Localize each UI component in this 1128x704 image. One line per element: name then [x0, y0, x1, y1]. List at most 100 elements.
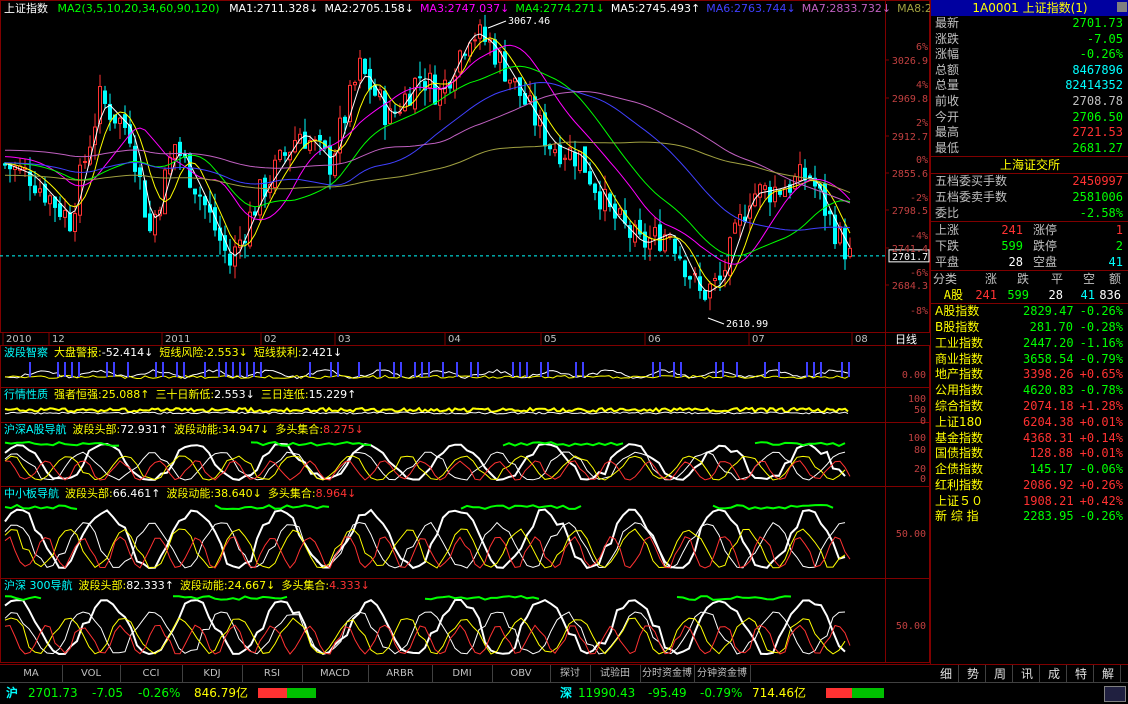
- side-tab-5[interactable]: 特: [1069, 665, 1094, 683]
- percent-tick: 6%: [916, 42, 928, 53]
- index-name: 红利指数: [935, 477, 984, 492]
- indicator-tab-12[interactable]: 分钟资金博: [694, 665, 751, 683]
- candle-body: [33, 185, 37, 194]
- indicator-tab-4[interactable]: RSI: [242, 665, 303, 683]
- sub-chart-tick: 0.00: [902, 370, 926, 381]
- index-name: 基金指数: [935, 430, 984, 445]
- sub-chart-tick: 50: [914, 405, 926, 416]
- index-price: 2447.20: [1023, 335, 1074, 350]
- date-tick: 06: [648, 334, 661, 345]
- index-row[interactable]: 红利指数 2086.92 +0.26%: [931, 478, 1128, 494]
- indicator-tab-11[interactable]: 分时资金博: [640, 665, 695, 683]
- adv-key: 下跌: [935, 239, 960, 254]
- sub-chart-title: 波段智察: [4, 346, 48, 359]
- price-tick: 2855.6: [892, 169, 928, 180]
- candle-body: [118, 117, 122, 124]
- ma4-line: [4, 65, 851, 257]
- indicator-value: -52.414↓: [101, 346, 154, 359]
- ma-value-ma5: MA5:2745.493↑: [610, 2, 701, 15]
- candle-body: [353, 81, 357, 86]
- indicator-value: 8.275↓: [323, 423, 364, 436]
- monitor-icon[interactable]: [1104, 686, 1126, 702]
- indicator-tab-1[interactable]: VOL: [62, 665, 121, 683]
- indicator-tab-2[interactable]: CCI: [120, 665, 183, 683]
- index-row[interactable]: A股指数 2829.47 -0.26%: [931, 304, 1128, 320]
- indicator-tab-9[interactable]: 探讨: [550, 665, 591, 683]
- adv-key2: 空盘: [1033, 255, 1058, 270]
- summary-header: 分类 涨 跌 平 空额: [931, 270, 1128, 287]
- side-tab-6[interactable]: 解: [1096, 665, 1121, 683]
- sub-chart-tick: 100: [908, 394, 926, 405]
- ma-value-ma3: MA3:2747.037↓: [419, 2, 510, 15]
- index-name: 企债指数: [935, 462, 984, 477]
- side-tab-4[interactable]: 成: [1042, 665, 1067, 683]
- sub-chart-legend: 波段智察 大盘警报:-52.414↓ 短线风险:2.553↓ 短线获利:2.421↓: [4, 346, 348, 360]
- summary-cell: A股: [943, 288, 963, 303]
- side-tab-3[interactable]: 讯: [1015, 665, 1040, 683]
- adv-key2: 涨停: [1033, 223, 1058, 238]
- side-tab-2[interactable]: 周: [988, 665, 1013, 683]
- sub-chart-tick: 80: [914, 445, 926, 456]
- indicator-label: 强者恒强:: [54, 388, 102, 401]
- candle-body: [783, 188, 787, 197]
- indicator-tab-3[interactable]: KDJ: [182, 665, 243, 683]
- date-tick: 08: [855, 334, 868, 345]
- indicator-tab-0[interactable]: MA: [0, 665, 63, 683]
- indicator-tab-7[interactable]: DMI: [432, 665, 493, 683]
- book-key: 五档委买手数: [935, 174, 1008, 189]
- index-row[interactable]: B股指数 281.70 -0.28%: [931, 320, 1128, 336]
- index-row[interactable]: 综合指数 2074.18 +1.28%: [931, 399, 1128, 415]
- indicator-value: 2.421↓: [301, 346, 343, 359]
- candle-body: [413, 77, 417, 110]
- candle-body: [468, 42, 472, 57]
- side-tab-1[interactable]: 势: [961, 665, 986, 683]
- index-row[interactable]: 公用指数 4620.83 -0.78%: [931, 383, 1128, 399]
- adv-value2: 1: [1115, 223, 1123, 238]
- index-change: +0.42%: [1079, 493, 1123, 508]
- adv-key: 平盘: [935, 255, 960, 270]
- indicator-tab-8[interactable]: OBV: [492, 665, 551, 683]
- green-band-line: [5, 596, 845, 600]
- advance-decline-row: 上涨 241 涨停 1: [931, 222, 1128, 238]
- indicator-value: 2.553↓: [214, 388, 255, 401]
- index-row[interactable]: 基金指数 4368.31 +0.14%: [931, 431, 1128, 447]
- date-tick: 07: [752, 334, 765, 345]
- quote-value: 2706.50: [1072, 109, 1123, 124]
- candle-body: [713, 277, 717, 282]
- chart-canvas[interactable]: 2701.73067.462610.993026.92969.82912.728…: [0, 0, 930, 664]
- sh-price: 2701.73: [28, 686, 78, 700]
- sh-pct: -0.26%: [138, 686, 181, 700]
- sh-bar-icon: [258, 688, 316, 698]
- indicator-tab-6[interactable]: ARBR: [368, 665, 433, 683]
- order-book: 五档委买手数 2450997 五档委卖手数 2581006 委比 -2.58%: [931, 174, 1128, 221]
- percent-tick: 2%: [916, 118, 928, 129]
- indicator-value: 4.333↓: [329, 579, 370, 592]
- candle-body: [663, 234, 667, 252]
- side-tab-0[interactable]: 细: [934, 665, 959, 683]
- main-chart-title: 上证指数: [4, 2, 48, 15]
- sub-chart-tick: 0: [920, 416, 926, 427]
- index-row[interactable]: 企债指数 145.17 -0.06%: [931, 462, 1128, 478]
- index-row[interactable]: 新 综 指 2283.95 -0.26%: [931, 509, 1128, 525]
- summary-head-cell: 空: [1082, 272, 1095, 287]
- index-row[interactable]: 商业指数 3658.54 -0.79%: [931, 352, 1128, 368]
- index-name: 上证180: [935, 414, 982, 429]
- index-name: B股指数: [935, 319, 980, 334]
- candle-body: [258, 179, 262, 216]
- index-price: 4368.31: [1023, 430, 1074, 445]
- indicator-tab-5[interactable]: MACD: [302, 665, 369, 683]
- index-list[interactable]: A股指数 2829.47 -0.26% B股指数 281.70 -0.28% 工业指数 244…: [931, 303, 1128, 525]
- index-row[interactable]: 上证180 6204.38 +0.01%: [931, 415, 1128, 431]
- quote-key: 今开: [935, 109, 960, 124]
- ma-value-ma2: MA2:2705.158↓: [324, 2, 414, 15]
- panel-toggle-icon[interactable]: [1117, 2, 1127, 12]
- index-row[interactable]: 工业指数 2447.20 -1.16%: [931, 336, 1128, 352]
- index-row[interactable]: 上证５０ 1908.21 +0.42%: [931, 494, 1128, 510]
- index-name: 公用指数: [935, 383, 984, 398]
- candle-body: [418, 76, 422, 79]
- index-row[interactable]: 国债指数 128.88 +0.01%: [931, 446, 1128, 462]
- indicator-tab-10[interactable]: 试验田: [590, 665, 641, 683]
- index-row[interactable]: 地产指数 3398.26 +0.65%: [931, 367, 1128, 383]
- strength-line: [4, 406, 849, 414]
- chart-area[interactable]: 2701.7 3067.46 2610.99 3026.9 2969.8 2912.7 28…: [0, 0, 987, 664]
